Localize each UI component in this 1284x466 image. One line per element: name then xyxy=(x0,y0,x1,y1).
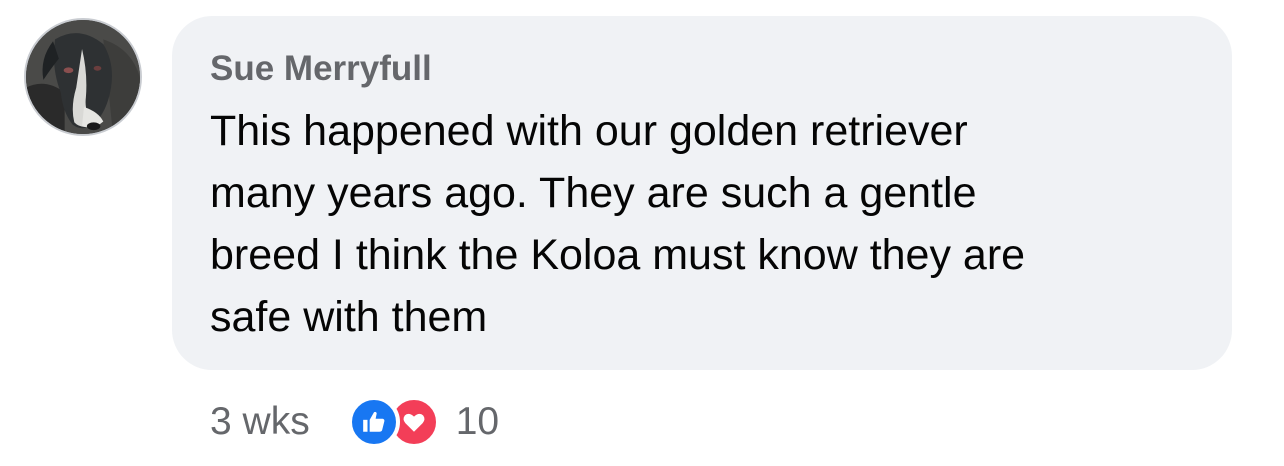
avatar[interactable] xyxy=(24,18,142,136)
comment-bubble: Sue Merryfull This happened with our gol… xyxy=(172,16,1232,370)
comment: Sue Merryfull This happened with our gol… xyxy=(0,0,1284,466)
like-icon xyxy=(347,396,400,448)
reactions-summary[interactable]: 10 xyxy=(347,396,500,448)
comment-timestamp[interactable]: 3 wks xyxy=(210,400,310,444)
dog-avatar-image xyxy=(26,20,140,134)
reaction-count: 10 xyxy=(455,400,500,443)
comment-text: This happened with our golden retriever … xyxy=(210,107,1026,341)
comment-author[interactable]: Sue Merryfull xyxy=(210,46,1192,92)
comment-meta: 3 wks 10 xyxy=(210,392,499,452)
